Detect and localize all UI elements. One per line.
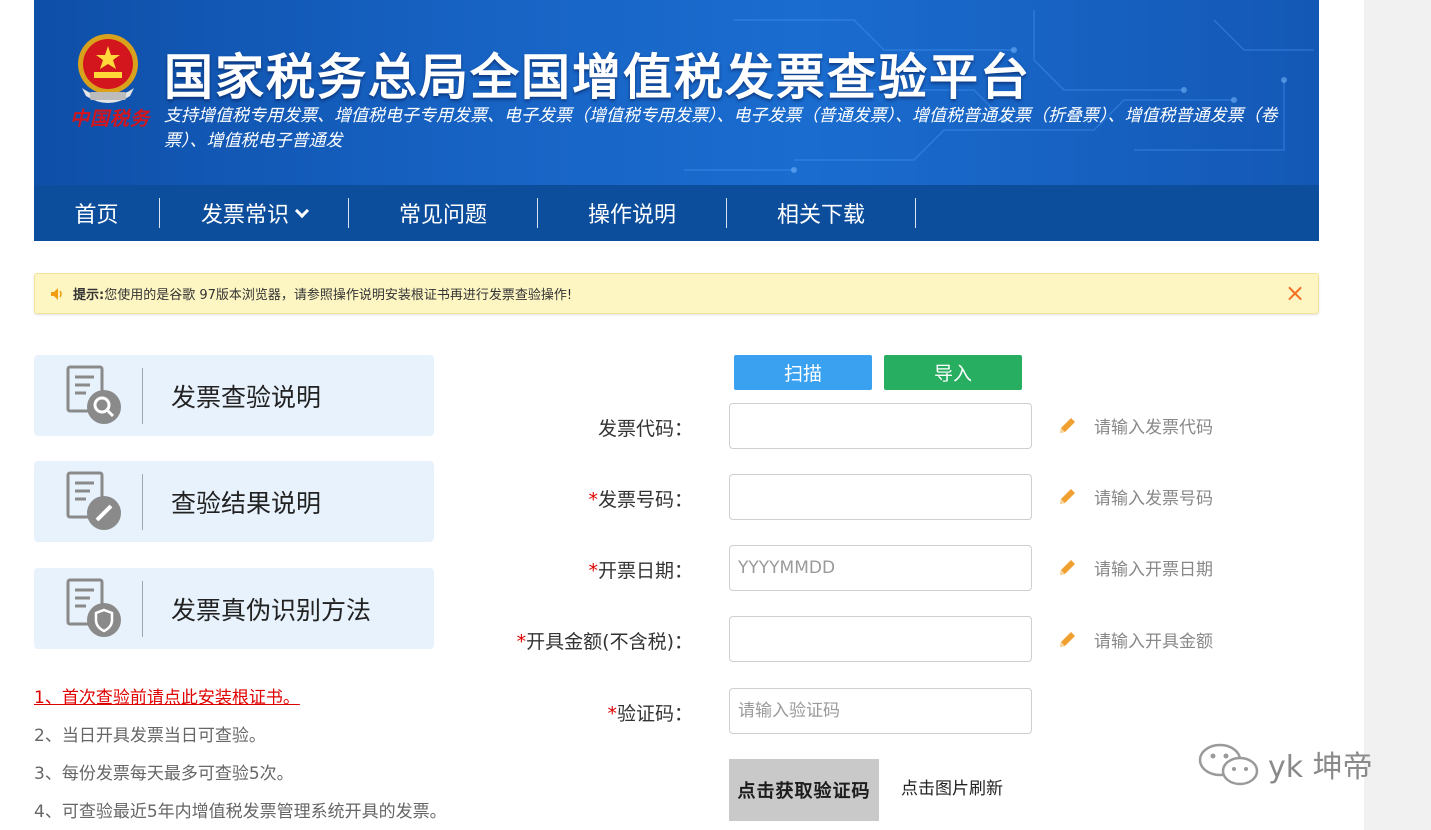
captcha-image-text: 点击获取验证码	[737, 781, 871, 802]
card-check-result-guide[interactable]: 查验结果说明	[34, 461, 434, 542]
tips-list: 1、首次查验前请点此安装根证书。 2、当日开具发票当日可查验。 3、每份发票每天…	[34, 684, 447, 830]
document-search-icon	[66, 365, 121, 424]
card-authenticity-guide-label: 发票真伪识别方法	[171, 595, 372, 625]
card-invoice-check-guide-label: 发票查验说明	[171, 382, 322, 412]
speaker-icon	[51, 287, 62, 300]
required-mark: *	[607, 703, 617, 725]
invoice-number-input[interactable]	[729, 474, 1032, 520]
captcha-input[interactable]	[729, 688, 1032, 734]
invoice-number-hint: 请输入发票号码	[1056, 484, 1213, 509]
nav-downloads-label: 相关下载	[776, 203, 865, 228]
invoice-code-hint: 请输入发票代码	[1056, 413, 1213, 438]
tip-item: 2、当日开具发票当日可查验。	[34, 726, 266, 746]
tax-seal-logo: 中国税务	[70, 108, 151, 130]
nav-invoice-knowledge-label: 发票常识	[200, 203, 289, 228]
captcha-label: *验证码：	[607, 699, 693, 726]
chevron-down-icon	[294, 203, 310, 218]
card-invoice-check-guide[interactable]: 发票查验说明	[34, 355, 434, 436]
pencil-icon	[1060, 488, 1075, 504]
document-edit-icon	[66, 471, 121, 530]
invoice-code-input[interactable]	[729, 403, 1032, 449]
nav-home[interactable]: 首页	[34, 185, 159, 241]
amount-label: *开具金额(不含税)：	[517, 627, 693, 654]
field-label-text: 发票代码：	[597, 418, 693, 440]
nav-downloads[interactable]: 相关下载	[727, 185, 915, 241]
notice-label: 提示:	[73, 288, 105, 303]
amount-hint: 请输入开具金额	[1056, 627, 1213, 652]
field-label-text: 开票日期：	[597, 560, 693, 582]
card-divider	[142, 580, 143, 637]
document-shield-icon	[66, 578, 121, 637]
invoice-code-label: 发票代码：	[598, 414, 693, 441]
required-mark: *	[588, 560, 598, 582]
field-label-text: 发票号码：	[597, 489, 693, 511]
card-divider	[142, 473, 143, 530]
close-icon[interactable]: ×	[1284, 280, 1306, 306]
tip-item: 3、每份发票每天最多可查验5次。	[34, 764, 294, 784]
hint-text: 请输入发票代码	[1094, 418, 1213, 438]
hint-text: 请输入开具金额	[1094, 632, 1213, 652]
pencil-icon	[1060, 559, 1075, 575]
main-nav: 首页 发票常识 常见问题 操作说明 相关下载	[34, 185, 1319, 241]
national-emblem-icon	[78, 34, 138, 103]
notice-text: 您使用的是谷歌 97版本浏览器，请参照操作说明安装根证书再进行发票查验操作!	[104, 288, 573, 303]
import-button[interactable]: 导入	[884, 355, 1022, 390]
amount-input[interactable]	[729, 616, 1032, 662]
required-mark: *	[516, 631, 527, 653]
scan-button[interactable]: 扫描	[734, 355, 872, 390]
nav-invoice-knowledge[interactable]: 发票常识	[160, 185, 348, 241]
browser-notice: 提示: 您使用的是谷歌 97版本浏览器，请参照操作说明安装根证书再进行发票查验操…	[34, 273, 1319, 314]
tip-item: 4、可查验最近5年内增值税发票管理系统开具的发票。	[34, 802, 447, 822]
refresh-captcha-link[interactable]: 点击图片刷新	[901, 774, 1003, 799]
issue-date-input[interactable]	[729, 545, 1032, 591]
issue-date-hint: 请输入开票日期	[1056, 555, 1213, 580]
wechat-icon	[1198, 743, 1259, 786]
nav-faq[interactable]: 常见问题	[349, 185, 537, 241]
hint-text: 请输入发票号码	[1094, 489, 1213, 509]
header-banner: 中国税务 国家税务总局全国增值税发票查验平台 支持增值税专用发票、增值税电子专用…	[34, 0, 1319, 185]
watermark-text: yk 坤帝	[1268, 750, 1373, 785]
invoice-number-label: *发票号码：	[588, 485, 693, 512]
nav-instructions-label: 操作说明	[587, 203, 676, 228]
card-divider	[142, 367, 143, 424]
pencil-icon	[1060, 631, 1075, 647]
watermark: yk 坤帝	[1196, 740, 1373, 788]
field-label-text: 开具金额(不含税)：	[526, 631, 693, 653]
nav-divider	[915, 198, 916, 228]
nav-instructions[interactable]: 操作说明	[538, 185, 726, 241]
install-cert-link[interactable]: 1、首次查验前请点此安装根证书。	[34, 684, 447, 722]
page-title: 国家税务总局全国增值税发票查验平台	[164, 49, 1032, 106]
required-mark: *	[588, 489, 598, 511]
card-authenticity-guide[interactable]: 发票真伪识别方法	[34, 568, 434, 649]
field-label-text: 验证码：	[616, 703, 693, 725]
hint-text: 请输入开票日期	[1094, 560, 1213, 580]
page-subtitle: 支持增值税专用发票、增值税电子专用发票、电子发票（增值税专用发票）、电子发票（普…	[164, 106, 1278, 151]
nav-faq-label: 常见问题	[398, 203, 487, 228]
card-check-result-guide-label: 查验结果说明	[171, 488, 322, 518]
issue-date-label: *开票日期：	[588, 556, 693, 583]
nav-home-label: 首页	[74, 203, 119, 228]
captcha-image[interactable]: 点击获取验证码	[729, 759, 879, 821]
pencil-icon	[1060, 417, 1075, 433]
right-gutter	[1364, 0, 1431, 830]
